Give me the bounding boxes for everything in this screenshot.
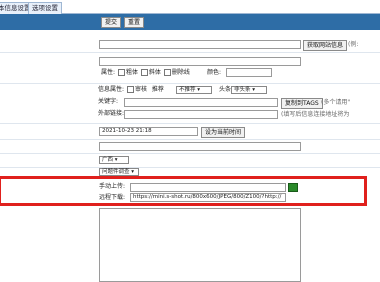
external-link-input[interactable]: [124, 110, 278, 119]
info-attr-label: 信息属性:: [98, 86, 125, 93]
keywords-label: 关键字:: [98, 98, 119, 105]
info-attr-row: 信息属性: 审核 推荐: [98, 86, 164, 94]
keywords-hint: (多个请用": [321, 99, 351, 106]
tab-bar: 本信息设置 选项设置: [0, 0, 380, 14]
attributes-row: 属性: 粗体 斜体 删除线: [101, 69, 190, 77]
headline-select-value: 非头条: [234, 87, 251, 93]
external-link-hint: (填写后信息连接地址将为: [281, 111, 350, 118]
external-link-label: 外部链接:: [98, 110, 125, 117]
option-select[interactable]: 问题件调查 ▾: [99, 168, 139, 176]
italic-checkbox[interactable]: [140, 69, 148, 76]
attributes-label: 属性:: [101, 69, 116, 76]
copy-to-tags-button[interactable]: 复制到TAGS: [281, 98, 323, 109]
region-select[interactable]: 广西 ▾: [99, 156, 129, 164]
summary-textarea[interactable]: [99, 208, 301, 282]
divider: [0, 166, 380, 168]
fetch-site-info-button[interactable]: 获取网站信息: [303, 40, 348, 51]
recommend-label: 推荐: [151, 86, 164, 93]
option-select-value: 问题件调查: [102, 169, 130, 175]
divider: [0, 122, 380, 124]
recommend-select-value: 不推荐: [179, 87, 196, 93]
fetch-hint: (例:: [348, 41, 359, 48]
keywords-input[interactable]: [124, 98, 278, 107]
divider: [0, 138, 380, 140]
reset-button[interactable]: 重置: [124, 17, 145, 28]
review-checkbox[interactable]: [126, 86, 134, 93]
headline-select[interactable]: 非头条 ▾: [231, 86, 267, 94]
strike-label: 删除线: [171, 69, 190, 76]
subtitle-input[interactable]: [99, 57, 301, 66]
datetime-input[interactable]: 2021-10-23 21:18: [99, 127, 198, 136]
highlight-frame: [0, 176, 367, 206]
divider: [0, 152, 380, 154]
title-input[interactable]: [99, 40, 301, 49]
color-label: 颜色:: [207, 69, 222, 76]
review-label: 审核: [134, 86, 147, 93]
toolbar-band: 提交 重置: [0, 14, 380, 30]
region-select-value: 广西: [102, 157, 114, 163]
color-input[interactable]: [226, 68, 272, 77]
italic-label: 斜体: [148, 69, 161, 76]
submit-button[interactable]: 提交: [101, 17, 122, 28]
source-input[interactable]: [99, 142, 301, 151]
tab-options[interactable]: 选项设置: [28, 2, 62, 14]
divider: [0, 82, 380, 84]
recommend-select[interactable]: 不推荐 ▾: [176, 86, 212, 94]
headline-label: 头条: [219, 86, 232, 93]
strike-checkbox[interactable]: [163, 69, 171, 76]
set-current-time-button[interactable]: 设为当前时间: [201, 127, 246, 138]
bold-checkbox[interactable]: [117, 69, 125, 76]
bold-label: 粗体: [125, 69, 138, 76]
